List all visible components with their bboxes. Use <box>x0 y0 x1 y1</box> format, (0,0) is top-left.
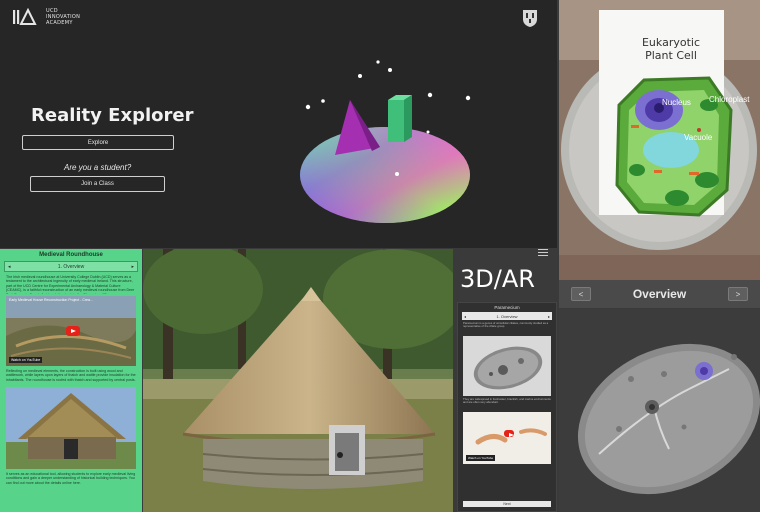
label-chloroplast: Chloroplast <box>709 95 750 104</box>
middle-paragraph: Reflecting on medieval elements, the con… <box>6 369 136 382</box>
card-title-line-1: Eukaryotic <box>641 36 701 49</box>
youtube-video[interactable]: Early Medieval House Reconstruction Proj… <box>6 296 136 366</box>
explore-button[interactable]: Explore <box>22 135 174 150</box>
shapes-scene <box>300 60 471 223</box>
ucd-logo-icon <box>13 8 37 25</box>
phone-section-label: 1. Overview <box>496 313 518 319</box>
logo-text: UCD INNOVATION ACADEMY <box>46 8 80 26</box>
prev-button[interactable]: < <box>571 287 591 301</box>
next-button[interactable]: > <box>728 287 748 301</box>
phone-next-footer-button[interactable]: Next <box>463 501 551 507</box>
label-nucleus: Nucleus <box>662 98 691 107</box>
paramecium-micrograph <box>463 336 551 396</box>
wattle-wall <box>203 439 423 489</box>
section-label: 1. Overview <box>57 263 85 270</box>
youtube-play-icon[interactable] <box>66 326 80 336</box>
phone-prev-button[interactable]: ◂ <box>464 314 466 319</box>
roundhouse-photo-image <box>6 387 136 469</box>
join-class-button[interactable]: Join a Class <box>30 176 165 192</box>
collage: UCD INNOVATION ACADEMY Reality Explorer … <box>0 0 760 512</box>
landing-panel: UCD INNOVATION ACADEMY Reality Explorer … <box>0 0 557 248</box>
page-title: Reality Explorer <box>31 105 194 126</box>
crest-icon <box>523 10 537 27</box>
info-hotspot-icon <box>337 452 343 458</box>
roundhouse-app-panel: Medieval Roundhouse ◂ 1. Overview ▸ The … <box>0 249 142 512</box>
app-title: Medieval Roundhouse <box>39 252 103 258</box>
watch-on-youtube[interactable]: Watch on YouTube <box>9 357 43 363</box>
ar-navigation-bar: < Overview > <box>559 280 760 308</box>
section-title: Overview <box>632 287 687 301</box>
closing-paragraph: It serves as an educational tool, allowi… <box>6 472 136 485</box>
phone-section-nav: ◂ 1. Overview ▸ <box>462 312 552 320</box>
phone-paramecium-panel: Paramecium ◂ 1. Overview ▸ Paramecium is… <box>457 302 557 512</box>
paramecium-3d-panel <box>559 309 760 512</box>
phone-youtube-play-icon[interactable] <box>504 430 514 437</box>
ucd-logo: UCD INNOVATION ACADEMY <box>12 8 80 26</box>
ar-plant-cell-panel: Eukaryotic Plant Cell Nucleus Chloroplas… <box>559 0 760 308</box>
phone-next-button[interactable]: ▸ <box>548 314 550 319</box>
video-caption: Early Medieval House Reconstruction Proj… <box>9 298 93 302</box>
phone-paragraph-2: They are widespread in freshwater, brack… <box>463 397 551 405</box>
roundhouse-3d-scene <box>143 249 453 512</box>
intro-paragraph: The Irish medieval roundhouse at Univers… <box>6 275 135 294</box>
label-vacuole: Vacuole <box>684 133 713 142</box>
next-section-button[interactable]: ▸ <box>131 264 134 270</box>
3d-ar-label: 3D/AR <box>460 265 535 293</box>
phone-watch-on-youtube[interactable]: Watch on YouTube <box>466 455 496 461</box>
logo-line-3: ACADEMY <box>46 20 73 26</box>
paramecium-3d-model <box>559 309 760 512</box>
menu-icon[interactable] <box>538 249 548 257</box>
prev-section-button[interactable]: ◂ <box>8 264 11 270</box>
card-title-line-2: Plant Cell <box>645 49 697 62</box>
phone-title: Paramecium <box>494 305 520 310</box>
label-panel: 3D/AR <box>454 249 558 301</box>
phone-paragraph-1: Paramecium is a genus of unicellular cil… <box>463 321 549 329</box>
roundhouse-photo <box>6 387 136 469</box>
roundhouse-3d-panel <box>143 249 453 512</box>
student-prompt: Are you a student? <box>64 163 132 172</box>
section-nav: ◂ 1. Overview ▸ <box>4 261 138 272</box>
micrograph-image <box>463 336 551 396</box>
phone-youtube-video[interactable]: Watch on YouTube <box>463 412 551 464</box>
green-pillar <box>388 100 404 142</box>
card-title: Eukaryotic Plant Cell <box>621 36 721 62</box>
